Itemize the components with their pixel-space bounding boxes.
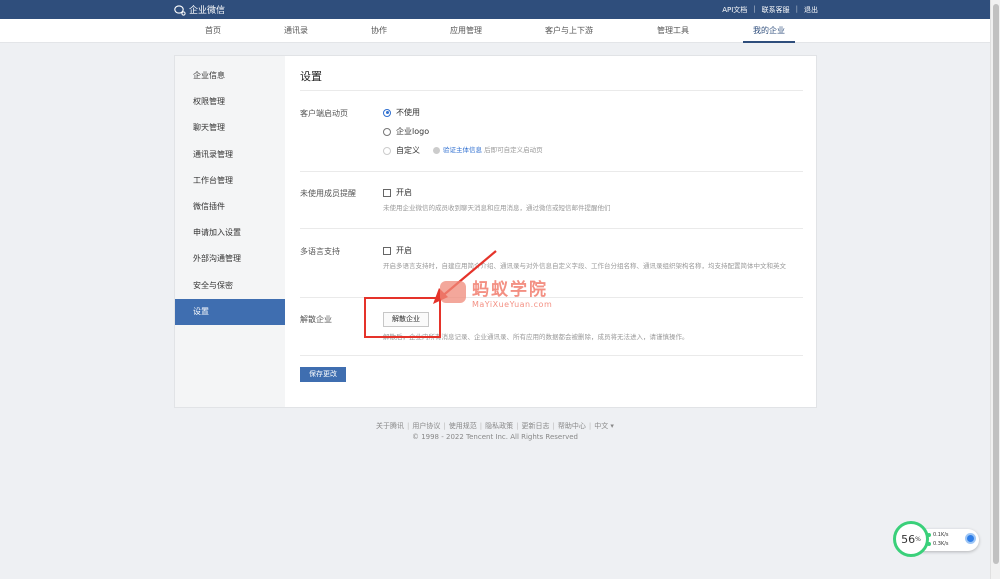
sidebar-item-workbench[interactable]: 工作台管理	[175, 168, 285, 194]
verify-suffix: 后即可自定义启动页	[484, 146, 543, 154]
network-speed-widget[interactable]: 56% 0.1K/s 0.3K/s	[893, 521, 979, 557]
logout-link[interactable]: 退出	[804, 5, 818, 15]
page-scrollbar[interactable]	[990, 0, 1000, 579]
verify-hint: 验证主体信息 后即可自定义启动页	[433, 145, 543, 155]
checkbox-icon[interactable]	[383, 188, 391, 197]
radio-option-logo[interactable]: 企业logo	[383, 126, 429, 137]
tab-my-enterprise[interactable]: 我的企业	[743, 19, 795, 43]
footer-link[interactable]: 帮助中心	[558, 422, 586, 430]
tab-management-tools[interactable]: 管理工具	[657, 19, 689, 43]
brand[interactable]: 企业微信	[174, 3, 225, 16]
separator: |	[552, 422, 555, 430]
radio-icon[interactable]	[383, 127, 391, 136]
api-docs-link[interactable]: API文档	[722, 5, 747, 15]
multilang-checkbox[interactable]: 开启	[383, 245, 412, 256]
scrollbar-thumb[interactable]	[993, 4, 999, 564]
divider	[300, 355, 803, 356]
sidebar-item-join-settings[interactable]: 申请加入设置	[175, 220, 285, 246]
sidebar-item-permissions[interactable]: 权限管理	[175, 89, 285, 115]
speed-percent: 56%	[893, 521, 929, 557]
radio-option-custom: 自定义	[383, 145, 420, 156]
sidebar-item-wechat-plugin[interactable]: 微信插件	[175, 194, 285, 220]
divider	[300, 171, 803, 172]
percent-unit: %	[915, 535, 921, 543]
divider	[300, 228, 803, 229]
watermark: 蚂蚁学院 MaYiXueYuan.com	[440, 275, 552, 309]
watermark-subtitle: MaYiXueYuan.com	[472, 300, 553, 309]
accelerator-icon[interactable]	[965, 533, 976, 544]
copyright: © 1998 - 2022 Tencent Inc. All Rights Re…	[411, 433, 579, 441]
sidebar-item-enterprise-info[interactable]: 企业信息	[175, 63, 285, 89]
percent-value: 56	[901, 532, 916, 546]
footer-link[interactable]: 隐私政策	[485, 422, 513, 430]
divider	[300, 90, 803, 91]
upload-rate: 0.1K/s	[933, 532, 949, 538]
sidebar: 企业信息 权限管理 聊天管理 通讯录管理 工作台管理 微信插件 申请加入设置 外…	[175, 56, 285, 407]
inactive-reminder-hint: 未使用企业微信的成员收到聊天消息和应用消息，通过微信或短信邮件提醒他们	[383, 204, 611, 212]
sidebar-item-settings[interactable]: 设置	[175, 298, 285, 325]
radio-label: 不使用	[396, 108, 420, 117]
checkbox-icon[interactable]	[383, 246, 391, 255]
multilang-label: 多语言支持	[300, 247, 340, 256]
inactive-reminder-label: 未使用成员提醒	[300, 189, 356, 198]
tab-home[interactable]: 首页	[205, 19, 221, 43]
dissolve-label: 解散企业	[300, 315, 332, 324]
separator: |	[407, 422, 410, 430]
upload-icon	[927, 533, 931, 537]
separator: |	[516, 422, 519, 430]
checkbox-label: 开启	[396, 188, 412, 197]
sidebar-item-external-communication[interactable]: 外部沟通管理	[175, 246, 285, 272]
dissolve-hint: 解散后，企业内所有消息记录、企业通讯录、所有应用的数据都会被删除，成员将无法进入…	[383, 333, 689, 341]
footer-link[interactable]: 更新日志	[521, 422, 549, 430]
checkbox-label: 开启	[396, 246, 412, 255]
footer-link[interactable]: 用户协议	[412, 422, 440, 430]
info-icon	[433, 146, 440, 154]
download-icon	[927, 542, 931, 546]
watermark-logo-icon	[440, 281, 466, 303]
sidebar-item-contacts-management[interactable]: 通讯录管理	[175, 142, 285, 168]
footer-links: 关于腾讯 | 用户协议 | 使用规范 | 隐私政策 | 更新日志 | 帮助中心 | 中文 ▾	[0, 421, 990, 431]
radio-disabled-icon	[383, 146, 391, 155]
main-nav: 首页 通讯录 协作 应用管理 客户与上下游 管理工具 我的企业	[0, 19, 990, 43]
radio-label: 企业logo	[396, 127, 430, 136]
radio-selected-icon[interactable]	[383, 108, 391, 117]
contact-support-link[interactable]: 联系客服	[762, 5, 790, 15]
tab-customers[interactable]: 客户与上下游	[545, 19, 593, 43]
verify-link[interactable]: 验证主体信息	[443, 146, 482, 154]
inactive-reminder-checkbox[interactable]: 开启	[383, 187, 412, 198]
top-links: API文档 | 联系客服 | 退出	[722, 5, 818, 15]
settings-card: 企业信息 权限管理 聊天管理 通讯录管理 工作台管理 微信插件 申请加入设置 外…	[174, 55, 817, 408]
footer-link[interactable]: 关于腾讯	[376, 422, 404, 430]
separator: |	[588, 422, 592, 430]
sidebar-item-security[interactable]: 安全与保密	[175, 273, 285, 299]
separator: |	[479, 422, 483, 430]
footer-link[interactable]: 使用规范	[449, 422, 477, 430]
client-startup-label: 客户端启动页	[300, 109, 348, 118]
top-bar: 企业微信 API文档 | 联系客服 | 退出	[0, 0, 990, 19]
sidebar-item-chat-management[interactable]: 聊天管理	[175, 115, 285, 141]
save-button[interactable]: 保存更改	[300, 367, 346, 382]
tab-app-management[interactable]: 应用管理	[450, 19, 482, 43]
brand-name: 企业微信	[189, 6, 226, 16]
tab-contacts[interactable]: 通讯录	[284, 19, 308, 43]
wecom-logo-icon	[174, 4, 186, 16]
page-title: 设置	[300, 70, 322, 83]
radio-option-none[interactable]: 不使用	[383, 107, 420, 118]
radio-label: 自定义	[396, 146, 420, 155]
separator: |	[753, 5, 756, 13]
language-select[interactable]: 中文 ▾	[594, 422, 614, 430]
tab-collaboration[interactable]: 协作	[371, 19, 387, 43]
watermark-title: 蚂蚁学院	[472, 280, 548, 300]
download-rate: 0.3K/s	[933, 541, 949, 547]
separator: |	[443, 422, 446, 430]
separator: |	[795, 5, 798, 13]
